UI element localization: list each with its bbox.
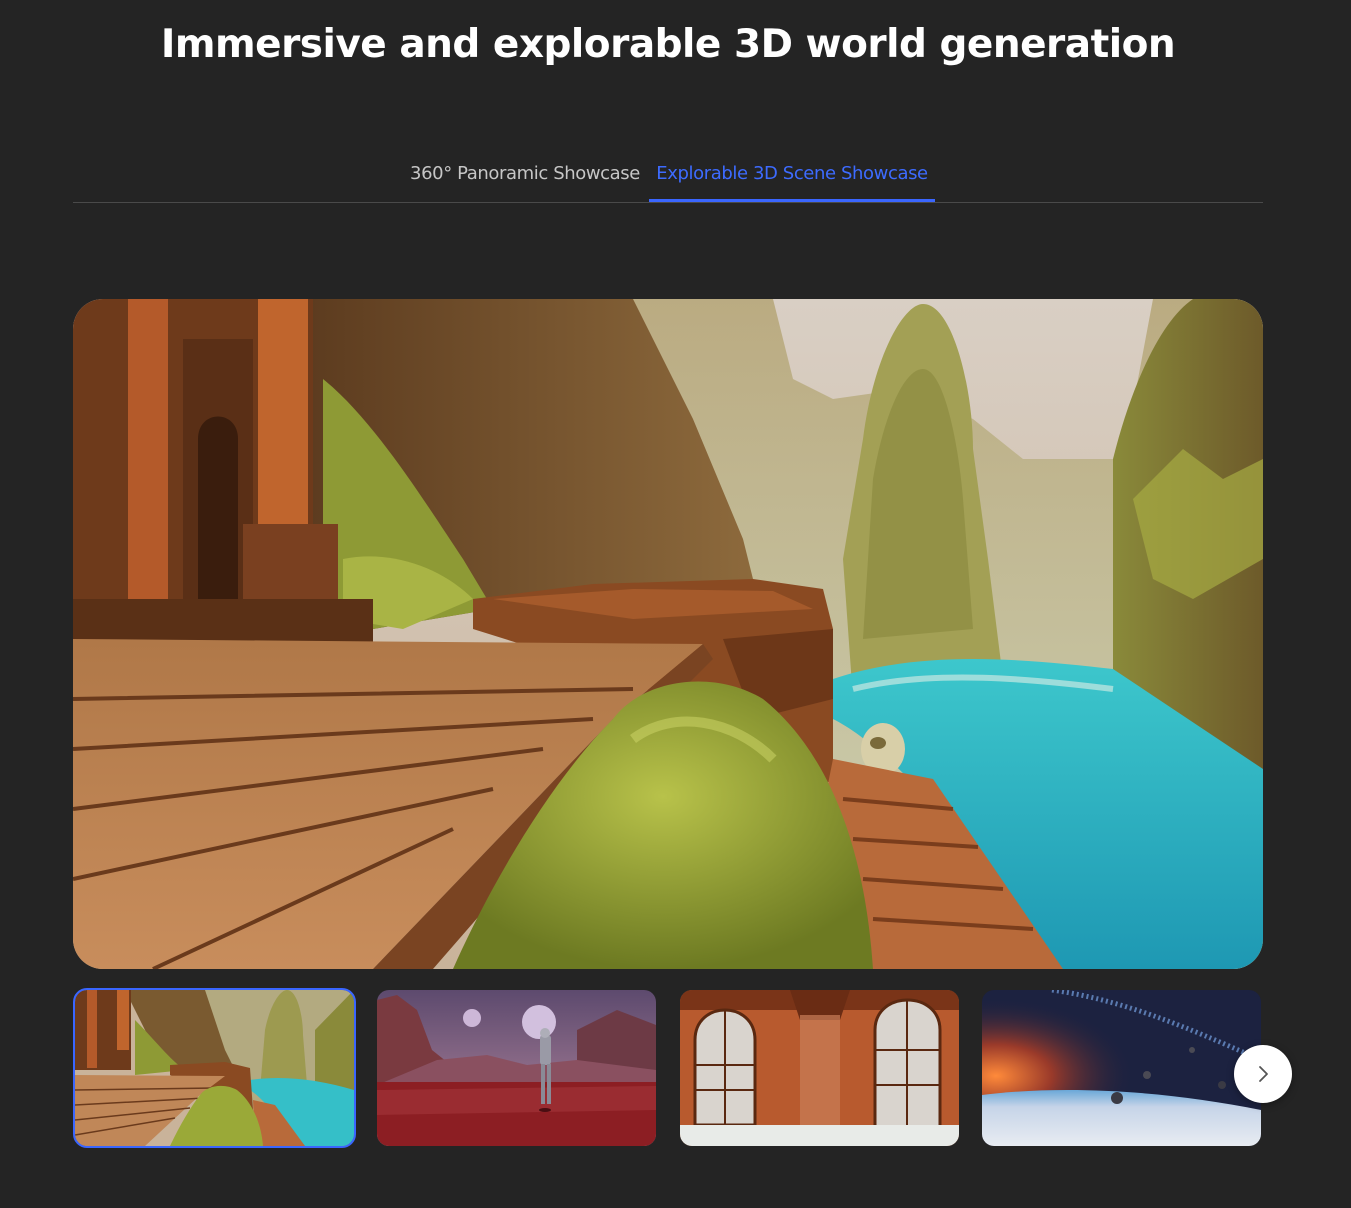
main-scene-preview[interactable]	[73, 299, 1263, 969]
red-planet-thumbnail-image	[377, 990, 656, 1146]
thumbnail-gothic-interior-scene[interactable]	[680, 990, 959, 1146]
thumbnail-canyon-scene[interactable]	[73, 988, 356, 1148]
canyon-scene-image	[73, 299, 1263, 969]
showcase-tabs: 360° Panoramic Showcase Explorable 3D Sc…	[73, 150, 1263, 203]
space-thumbnail-image	[982, 990, 1261, 1146]
thumbnail-space-scene[interactable]	[982, 990, 1261, 1146]
next-slide-button[interactable]	[1234, 1045, 1292, 1103]
canyon-thumbnail-image	[75, 990, 354, 1146]
tab-explorable-scene-showcase[interactable]: Explorable 3D Scene Showcase	[649, 150, 935, 202]
thumbnail-red-planet-scene[interactable]	[377, 990, 656, 1146]
chevron-right-icon	[1259, 1066, 1268, 1082]
page-title: Immersive and explorable 3D world genera…	[160, 22, 1176, 67]
gothic-interior-thumbnail-image	[680, 990, 959, 1146]
tab-panoramic-showcase[interactable]: 360° Panoramic Showcase	[400, 150, 650, 201]
